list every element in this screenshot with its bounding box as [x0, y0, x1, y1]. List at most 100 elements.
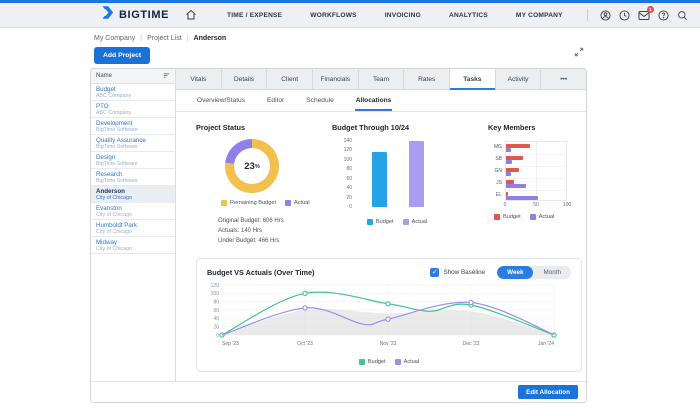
donut-chart: 23% [225, 139, 279, 193]
subtab-overview-status[interactable]: Overview/Status [186, 90, 256, 111]
sidebar-item-design[interactable]: Design BigTime Software [91, 152, 175, 169]
subtab-editor[interactable]: Editor [256, 90, 295, 111]
legend-label: Budget [367, 359, 386, 365]
add-project-button[interactable]: Add Project [94, 47, 151, 64]
x-tick-label: Sep '23 [222, 341, 239, 347]
legend-label: Actual [294, 200, 310, 206]
bigtime-logo[interactable]: BIGTIME [100, 5, 169, 25]
legend-swatch [494, 214, 500, 220]
budget-through-block: Budget Through 10/24 0 20 40 60 80 100 120 140 … [332, 123, 480, 258]
series-actual-marker [302, 305, 308, 311]
sidebar-item-evanston[interactable]: Evanston City of Chicago [91, 203, 175, 220]
tab-tasks[interactable]: Tasks [450, 69, 496, 90]
series-actual-marker [468, 299, 474, 306]
legend-label: Actual [411, 219, 428, 225]
key-members-plot: MG SB GN JS EL [488, 141, 586, 201]
sidebar-item-quality-assurance[interactable]: Quality Assurance BigTime Software [91, 135, 175, 152]
y-tick-label: 20 [346, 194, 352, 201]
legend-label: Remaining Budget [230, 200, 277, 206]
tab-rates[interactable]: Rates [404, 69, 451, 89]
show-baseline-label: Show Baseline [443, 269, 486, 276]
mail-icon[interactable]: 1 [638, 5, 654, 21]
legend-item: Actual [285, 200, 310, 206]
sidebar-item-development[interactable]: Development BigTime Software [91, 118, 175, 135]
member-label: JS [496, 180, 502, 186]
home-icon[interactable] [185, 9, 197, 21]
legend-item: Remaining Budget [221, 200, 276, 206]
bar-budget [372, 151, 387, 207]
nav-invoicing[interactable]: INVOICING [385, 12, 421, 19]
nav-analytics[interactable]: ANALYTICS [449, 12, 488, 19]
tab-client[interactable]: Client [267, 69, 314, 89]
legend-item: Budget [494, 214, 521, 220]
clock-icon[interactable] [619, 9, 630, 21]
legend-swatch [529, 214, 536, 220]
subtab-schedule[interactable]: Schedule [295, 90, 345, 111]
search-icon[interactable] [677, 10, 688, 21]
nav-workflows[interactable]: WORKFLOWS [310, 12, 356, 19]
tab-more[interactable]: ••• [541, 69, 586, 89]
hbar-budget [506, 192, 508, 196]
help-icon[interactable] [658, 9, 669, 21]
tasks-content: Overview/Status Editor Schedule Allocati… [176, 90, 586, 381]
tab-financials[interactable]: Financials [313, 69, 359, 89]
subtab-allocations[interactable]: Allocations [345, 90, 403, 111]
show-baseline-checkbox[interactable]: ✓ [430, 268, 440, 277]
subtab-bar: Overview/Status Editor Schedule Allocati… [176, 90, 586, 112]
sort-icon[interactable] [163, 72, 170, 81]
stat-original-budget: Original Budget: 606 Hrs [218, 218, 284, 224]
stat-under-budget: Under Budget: 466 Hrs [218, 237, 280, 244]
y-tick-label: 60 [213, 308, 219, 314]
series-budget-marker [385, 301, 391, 307]
legend-swatch [366, 219, 373, 225]
sidebar-item-midway[interactable]: Midway City of Chicago [91, 237, 175, 254]
sidebar-item-humboldt-park[interactable]: Humboldt Park City of Chicago [91, 220, 175, 237]
member-label: MG [493, 144, 502, 150]
x-tick-label: 0 [503, 202, 507, 208]
brand-text: BIGTIME [119, 9, 170, 21]
navbar-icons: 1 [586, 5, 688, 21]
edit-allocation-button[interactable]: Edit Allocation [518, 385, 578, 399]
sidebar-item-research[interactable]: Research BigTime Software [91, 169, 175, 186]
stat-actuals: Actuals: 140 Hrs [218, 227, 263, 234]
show-baseline-control[interactable]: ✓ Show Baseline [430, 268, 485, 277]
tab-activity[interactable]: Activity [496, 69, 542, 89]
toggle-week[interactable]: Week [497, 266, 534, 279]
timeline-chart: 0 20 40 60 80 100 120 Sep '23 Oct '23 Nov '23 Dec … [207, 279, 571, 358]
key-members-xaxis: 0 50 100 [503, 201, 572, 209]
hbar-budget [506, 168, 520, 172]
tab-team[interactable]: Team [359, 69, 405, 89]
tab-details[interactable]: Details [222, 69, 268, 89]
expand-icon[interactable] [574, 44, 584, 62]
y-tick-label: 120 [211, 283, 220, 289]
nav-time-expense[interactable]: TIME / EXPENSE [227, 12, 282, 19]
legend-swatch [285, 200, 292, 206]
hbar-actual [506, 148, 511, 152]
nav-my-company[interactable]: MY COMPANY [516, 12, 563, 19]
hbar-actual [506, 196, 539, 200]
hbar-actual [506, 172, 511, 176]
gridline [506, 154, 566, 155]
gridline [506, 178, 566, 179]
sidebar-item-anderson[interactable]: Anderson City of Chicago [91, 186, 175, 203]
x-tick-label: 100 [562, 202, 572, 208]
user-icon[interactable] [600, 9, 611, 21]
x-tick-label: Jan '24 [538, 341, 554, 347]
toggle-month[interactable]: Month [533, 266, 571, 279]
breadcrumb-my-company[interactable]: My Company [94, 35, 135, 42]
y-tick-label: 0 [216, 333, 219, 339]
project-list-sidebar: Name Budget ABC Company PTO ABC Company … [91, 69, 176, 381]
y-tick-label: 80 [346, 166, 352, 173]
tab-vitals[interactable]: Vitals [176, 69, 222, 89]
sidebar-item-budget[interactable]: Budget ABC Company [91, 84, 175, 101]
x-tick-label: 50 [533, 202, 539, 208]
breadcrumb-project-list[interactable]: Project List [147, 35, 182, 42]
y-tick-label: 20 [213, 324, 219, 330]
legend-item: Budget [366, 219, 394, 225]
sidebar-item-pto[interactable]: PTO ABC Company [91, 101, 175, 118]
tab-bar: Vitals Details Client Financials Team Ra… [176, 69, 586, 90]
series-budget-marker [302, 290, 308, 296]
key-members-block: Key Members MG SB GN JS EL 0 50 100 Budget Actu… [480, 123, 586, 258]
charts-row: Project Status 23% Remaining Budget Actua… [176, 112, 586, 258]
member-label: SB [495, 156, 502, 162]
